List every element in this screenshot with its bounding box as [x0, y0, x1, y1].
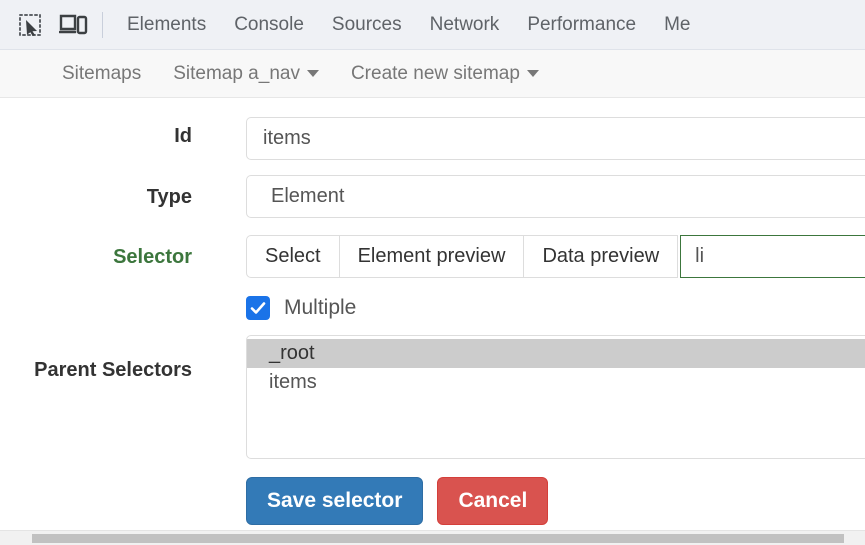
form-row-parent-selectors: Parent Selectors _root items — [0, 335, 865, 459]
tab-elements[interactable]: Elements — [113, 0, 220, 50]
parent-selectors-label: Parent Selectors — [0, 335, 192, 382]
devtools-toolbar: Elements Console Sources Network Perform… — [0, 0, 865, 50]
tab-console[interactable]: Console — [220, 0, 318, 50]
form-row-actions: Save selector Cancel — [0, 477, 865, 525]
nav-item-create-new-sitemap[interactable]: Create new sitemap — [335, 63, 555, 85]
element-preview-button[interactable]: Element preview — [340, 235, 525, 278]
form-row-multiple: Multiple — [0, 296, 865, 320]
sitemap-navbar: Sitemaps Sitemap a_nav Create new sitema… — [0, 50, 865, 98]
cancel-button[interactable]: Cancel — [437, 477, 548, 525]
horizontal-scrollbar-thumb[interactable] — [32, 534, 844, 543]
data-preview-button[interactable]: Data preview — [524, 235, 678, 278]
action-buttons: Save selector Cancel — [246, 477, 865, 525]
tab-performance[interactable]: Performance — [513, 0, 650, 50]
id-label: Id — [0, 98, 192, 148]
type-select[interactable]: Element — [246, 175, 865, 218]
tab-memory[interactable]: Me — [650, 0, 704, 50]
inspect-element-glyph — [17, 12, 43, 38]
nav-item-sitemap-a-nav[interactable]: Sitemap a_nav — [157, 63, 335, 85]
chevron-down-icon — [307, 70, 319, 77]
nav-item-sitemaps[interactable]: Sitemaps — [46, 63, 157, 85]
multiple-label: Multiple — [284, 296, 356, 320]
form-row-type: Type Element — [0, 160, 865, 218]
form-row-id: Id items — [0, 98, 865, 160]
multiple-checkbox[interactable] — [246, 296, 270, 320]
select-button[interactable]: Select — [246, 235, 340, 278]
parent-selectors-listbox[interactable]: _root items — [246, 335, 865, 459]
tab-sources[interactable]: Sources — [318, 0, 416, 50]
nav-item-sitemap-a-nav-label: Sitemap a_nav — [173, 63, 300, 85]
form-row-selector: Selector Select Element preview Data pre… — [0, 218, 865, 278]
type-label: Type — [0, 160, 192, 209]
check-icon — [249, 299, 267, 317]
selector-input[interactable]: li — [680, 235, 865, 278]
horizontal-scrollbar[interactable] — [0, 530, 865, 545]
id-input[interactable]: items — [246, 117, 865, 160]
save-selector-button[interactable]: Save selector — [246, 477, 423, 525]
selector-edit-form: Id items Type Element Selector Select El… — [0, 98, 865, 525]
list-item[interactable]: items — [247, 368, 865, 397]
device-toolbar-glyph — [59, 13, 89, 37]
nav-item-sitemaps-label: Sitemaps — [62, 63, 141, 85]
tab-network[interactable]: Network — [416, 0, 514, 50]
chevron-down-icon — [527, 70, 539, 77]
list-item[interactable]: _root — [247, 339, 865, 368]
nav-item-create-new-sitemap-label: Create new sitemap — [351, 63, 520, 85]
multiple-checkbox-wrap[interactable]: Multiple — [246, 296, 865, 320]
selector-input-group: Select Element preview Data preview li — [246, 235, 865, 278]
inspect-element-icon[interactable] — [8, 5, 52, 45]
toolbar-divider — [102, 12, 103, 38]
device-toolbar-icon[interactable] — [52, 5, 96, 45]
selector-label: Selector — [0, 218, 192, 269]
